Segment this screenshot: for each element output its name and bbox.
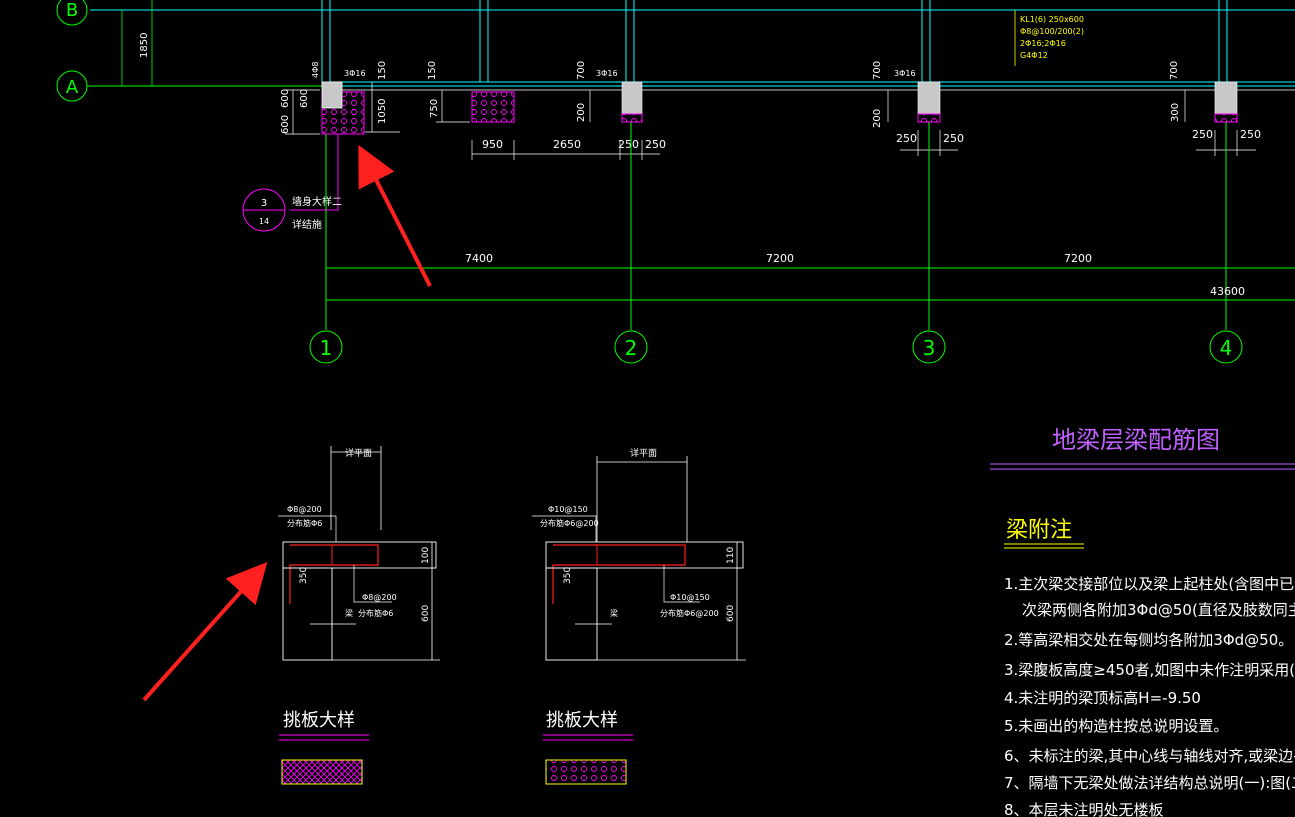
dim-200-b: 200 xyxy=(872,109,883,128)
section1-dim-100: 100 xyxy=(421,547,431,564)
note-line-2: 次梁两侧各附加3Φd@50(直径及肢数同主梁箍筋)。 xyxy=(1022,601,1295,619)
annotation-arrow-top xyxy=(358,144,432,287)
detail-label-2: 详结施 xyxy=(292,218,322,231)
dim-250-c: 250 xyxy=(896,132,917,145)
dim-200-a: 200 xyxy=(576,103,587,122)
grid-label-2: 2 xyxy=(625,336,638,360)
plan-view: B A 1850 600 600 600 4Φ8 3Φ16 150 1050 1… xyxy=(56,0,1295,364)
section-detail-1: 详平面 Φ8@200 分布筋Φ6 100 600 350 Φ8@200 梁 分布… xyxy=(278,446,440,785)
section1-top: 详平面 xyxy=(345,447,372,459)
dim-700-a: 700 xyxy=(576,61,587,80)
grid-label-a: A xyxy=(66,77,79,98)
note-line-9: 8、本层未注明处无楼板 xyxy=(1004,801,1164,817)
section1-dim-600: 600 xyxy=(421,605,431,622)
dim-600-b: 600 xyxy=(280,115,291,134)
section1-dim-350: 350 xyxy=(299,567,309,584)
dim-300: 300 xyxy=(1170,103,1181,122)
section1-rebar2: 分布筋Φ6 xyxy=(287,518,322,528)
dim-700-b: 700 xyxy=(872,61,883,80)
dim-250-f: 250 xyxy=(1240,128,1261,141)
note-line-6: 5.未画出的构造柱按总说明设置。 xyxy=(1004,717,1228,735)
section2-rebar3: Φ10@150 xyxy=(670,593,710,602)
dim-950: 950 xyxy=(482,138,503,151)
column-4 xyxy=(1214,81,1238,115)
dim-600-c: 600 xyxy=(299,89,310,108)
title-block: 地梁层梁配筋图 xyxy=(990,426,1295,470)
section2-dim-350: 350 xyxy=(563,567,573,584)
total-43600: 43600 xyxy=(1210,285,1245,298)
section1-caption: 挑板大样 xyxy=(283,710,355,731)
grid-label-4: 4 xyxy=(1220,336,1233,360)
section1-beam: 梁 xyxy=(345,609,353,618)
section2-rebar2: 分布筋Φ6@200 xyxy=(540,518,599,528)
note-line-3: 2.等高梁相交处在每侧均各附加3Φd@50。 xyxy=(1004,631,1293,649)
section2-top: 详平面 xyxy=(630,447,657,459)
dim-250-d: 250 xyxy=(943,132,964,145)
annotation-arrow-bottom xyxy=(142,562,268,702)
beam-note-2: Φ8@100/200(2) xyxy=(1020,27,1084,36)
dim-150-b: 150 xyxy=(427,61,438,80)
section2-rebar1: Φ10@150 xyxy=(548,505,588,514)
col1-rebar-top: 4Φ8 xyxy=(311,62,320,78)
section1-rebar3: Φ8@200 xyxy=(362,593,397,602)
pile-cap-block xyxy=(471,91,515,123)
dim-250-e: 250 xyxy=(1192,128,1213,141)
note-line-5: 4.未注明的梁顶标高H=-9.50 xyxy=(1004,689,1201,707)
beam-note-3: 2Φ16;2Φ16 xyxy=(1020,39,1066,48)
span-7400: 7400 xyxy=(465,252,493,265)
detail-label-1: 墙身大样二 xyxy=(292,195,342,208)
detail-num: 3 xyxy=(261,198,267,209)
drawing-title: 地梁层梁配筋图 xyxy=(1052,426,1220,454)
column-2 xyxy=(621,81,643,115)
section2-caption: 挑板大样 xyxy=(546,710,618,731)
note-line-1: 1.主次梁交接部位以及梁上起柱处(含图中已设吊筋处)均在 xyxy=(1004,575,1295,593)
notes-heading: 梁附注 xyxy=(1006,518,1072,543)
section2-beam: 梁 xyxy=(610,609,618,618)
beam-note-4: G4Φ12 xyxy=(1020,51,1048,60)
dim-600-a: 600 xyxy=(280,89,291,108)
dim-1850: 1850 xyxy=(139,33,150,58)
beam-note-1: KL1(6) 250x600 xyxy=(1020,15,1084,24)
dim-250-a: 250 xyxy=(618,138,639,151)
grid-label-1: 1 xyxy=(320,336,333,360)
section2-legend-swatch xyxy=(545,759,627,785)
cad-drawing-canvas[interactable]: B A 1850 600 600 600 4Φ8 3Φ16 150 1050 1… xyxy=(0,0,1295,817)
col3-rebar: 3Φ16 xyxy=(894,69,916,78)
dim-750: 750 xyxy=(429,99,440,118)
dim-1050: 1050 xyxy=(377,99,388,124)
dim-250-b: 250 xyxy=(645,138,666,151)
detail-sheet: 14 xyxy=(259,217,269,226)
section1-rebar1: Φ8@200 xyxy=(287,505,322,514)
grid-label-b: B xyxy=(66,0,78,21)
section2-dim-600: 600 xyxy=(726,605,736,622)
section1-rebar4: 分布筋Φ6 xyxy=(358,608,393,618)
notes-block: 梁附注 1.主次梁交接部位以及梁上起柱处(含图中已设吊筋处)均在 次梁两侧各附加… xyxy=(1004,518,1295,817)
col2-rebar: 3Φ16 xyxy=(596,69,618,78)
dim-2650: 2650 xyxy=(553,138,581,151)
dim-700-c: 700 xyxy=(1169,61,1180,80)
section2-rebar4: 分布筋Φ6@200 xyxy=(660,608,719,618)
note-line-7: 6、未标注的梁,其中心线与轴线对齐,或梁边平柱(墙)边。 xyxy=(1004,747,1295,765)
section2-dim-110: 110 xyxy=(726,547,736,564)
section1-legend-swatch xyxy=(281,759,363,785)
span-7200-a: 7200 xyxy=(766,252,794,265)
column-3 xyxy=(917,81,941,115)
note-line-8: 7、隔墙下无梁处做法详结构总说明(一):图(二):隔墙基础 xyxy=(1004,774,1295,792)
span-7200-b: 7200 xyxy=(1064,252,1092,265)
col1-rebar-3phi16: 3Φ16 xyxy=(344,69,366,78)
note-line-4: 3.梁腹板高度≥450者,如图中未作注明采用(2Φ12)@ xyxy=(1004,661,1295,679)
dim-150-a: 150 xyxy=(377,61,388,80)
section-detail-2: 详平面 Φ10@150 分布筋Φ6@200 110 600 350 Φ10@15… xyxy=(532,447,746,785)
grid-label-3: 3 xyxy=(923,336,936,360)
